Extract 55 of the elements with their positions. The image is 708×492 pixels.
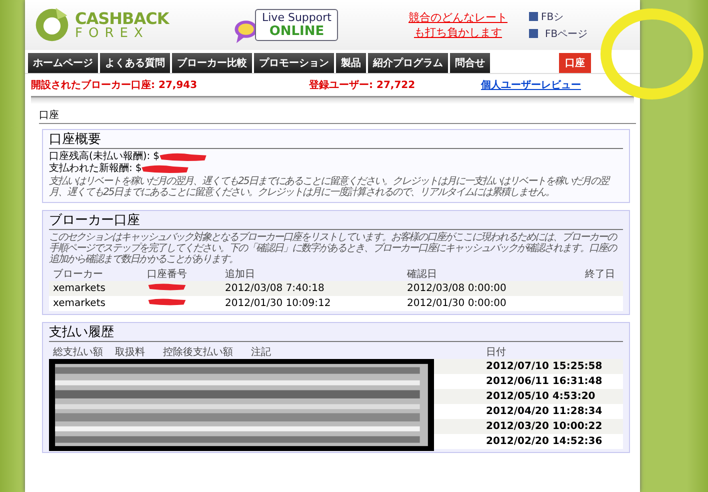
live-support-button[interactable]: Live Support ONLINE xyxy=(255,9,338,41)
promo-link[interactable]: も打ち負かします xyxy=(414,25,502,40)
column-header: 控除後支払い額 xyxy=(163,346,234,358)
nav-tab[interactable]: 紹介プログラム xyxy=(368,53,448,73)
field-label: 口座残高(未払い報酬): xyxy=(49,151,150,162)
promo-link[interactable]: 競合のどんなレート xyxy=(408,10,508,25)
logo-name: CASHBACK xyxy=(75,10,169,27)
redaction-scribble xyxy=(158,152,208,162)
nav-tab[interactable]: よくある質問 xyxy=(100,53,170,73)
logo-subname: FOREX xyxy=(75,27,150,40)
table-cell-text: xemarkets xyxy=(53,298,106,309)
column-header: 総支払い額 xyxy=(53,346,104,358)
column-header: 追加日 xyxy=(225,268,256,280)
column-header: 確認日 xyxy=(407,268,438,280)
nav-tab[interactable]: ブローカー比較 xyxy=(172,53,252,73)
column-header: ブローカー xyxy=(53,268,104,280)
table-cell-text: 2012/01/30 10:09:12 xyxy=(225,298,332,309)
redaction-scribble xyxy=(147,297,187,307)
field-value: $ xyxy=(153,151,160,163)
table-cell-text: 2012/06/11 16:31:48 xyxy=(486,376,604,387)
note-text: このセクションはキャッシュバック対象となるブローカー口座をリストしています。お客様の口座がここに現われるためには、ブローカーの手順ページでステップを完了してください。下の「確認日」に数字があるとき、ブローカー口座にキャッシュバックが確認されます。口座の追加から確認まで数日かかることがあります。 xyxy=(49,232,618,265)
field-label: 支払われた新報酬: xyxy=(49,163,132,175)
table-cell-text: 2012/03/20 10:00:22 xyxy=(486,421,604,432)
nav-tab[interactable]: プロモーション xyxy=(254,53,334,73)
table-cell-text: 2012/07/10 15:25:58 xyxy=(486,361,604,372)
page-title: 口座 xyxy=(39,108,636,124)
logo-icon xyxy=(33,6,71,44)
section-title: 口座概要 xyxy=(49,132,623,149)
column-header: 日付 xyxy=(486,346,507,358)
nav-tab[interactable]: 問合せ xyxy=(450,53,490,73)
note-text: 支払いはリベートを稼いだ月の翌月、遅くても25日までにあることに留意ください。クレジットは月に一支払いはリベートを稼いだ月の翌月、遅くても25日までにあることに留意ください。クレジットは月に一度計算されるので、リアルタイムには累積しません。 xyxy=(49,176,612,198)
redaction-scribble xyxy=(147,282,187,292)
table-cell-text: 2012/05/10 4:53:20 xyxy=(486,391,596,402)
stat-text: 開設されたブローカー口座: 27,943 xyxy=(31,78,198,92)
facebook-link[interactable]: FBページ xyxy=(545,26,588,40)
section-title: ブローカー口座 xyxy=(49,213,623,230)
table-cell-text: 2012/01/30 0:00:00 xyxy=(407,298,508,309)
table-cell-text: 2012/02/20 14:52:36 xyxy=(486,436,604,447)
nav-tab[interactable]: ホームページ xyxy=(28,53,98,73)
nav-tab[interactable]: 製品 xyxy=(336,53,366,73)
column-header: 終了日 xyxy=(585,268,616,280)
column-header: 注記 xyxy=(251,346,272,358)
section-title: 支払い履歴 xyxy=(49,325,623,342)
column-header: 取扱料 xyxy=(115,346,146,358)
column-header: 口座番号 xyxy=(147,268,188,280)
stat-text: 登録ユーザー: 27,722 xyxy=(309,78,416,92)
redaction-scribble xyxy=(140,164,190,174)
table-cell-text: xemarkets xyxy=(53,283,106,294)
facebook-link[interactable]: FBシ xyxy=(541,10,564,24)
review-link[interactable]: 個人ユーザーレビュー xyxy=(481,78,581,92)
account-tab[interactable]: 口座 xyxy=(559,53,591,73)
field-value: $ xyxy=(135,163,142,175)
table-cell-text: 2012/04/20 11:28:34 xyxy=(486,406,604,417)
table-cell-text: 2012/03/08 0:00:00 xyxy=(407,283,508,294)
table-cell-text: 2012/03/08 7:40:18 xyxy=(225,283,326,294)
